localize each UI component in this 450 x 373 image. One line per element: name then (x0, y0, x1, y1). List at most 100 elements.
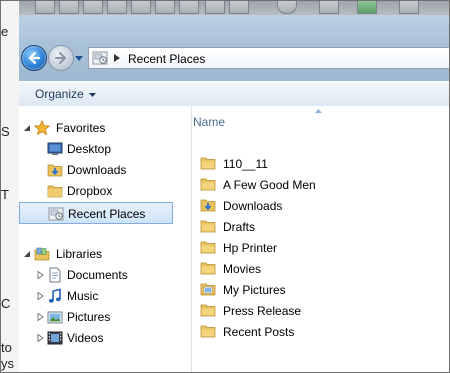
list-item[interactable]: Hp Printer (200, 238, 449, 257)
folder-icon (200, 241, 216, 254)
taskbar-button[interactable] (399, 1, 419, 14)
taskbar-button[interactable] (277, 1, 297, 14)
address-location: Recent Places (128, 52, 206, 66)
taskbar-button[interactable] (319, 1, 339, 14)
taskbar-button[interactable] (131, 1, 151, 14)
recent-places-icon (92, 51, 108, 65)
pictures-icon (47, 311, 63, 324)
arrow-right-icon (55, 52, 66, 64)
nav-item-downloads[interactable]: Downloads (19, 160, 191, 180)
list-item[interactable]: 110__11 (200, 154, 449, 173)
back-button[interactable] (21, 45, 47, 71)
libraries-icon (34, 247, 50, 261)
nav-item-dropbox[interactable]: Dropbox (19, 181, 191, 201)
list-item-label: Drafts (223, 220, 256, 234)
taskbar-button[interactable] (155, 1, 175, 14)
nav-item-label: Dropbox (67, 184, 113, 198)
music-icon (48, 288, 61, 303)
list-item-label: Movies (223, 262, 262, 276)
nav-item-label: Pictures (67, 310, 111, 324)
list-item-label: My Pictures (223, 283, 286, 297)
background-text: S (1, 124, 10, 139)
list-item[interactable]: Press Release (200, 301, 449, 320)
forward-button[interactable] (48, 45, 74, 71)
arrow-left-icon (28, 51, 41, 65)
list-item[interactable]: Downloads (200, 196, 449, 215)
screenshot-frame: e S T C to ys Recent Places Organize Fav… (0, 0, 450, 373)
address-bar[interactable]: Recent Places (88, 47, 449, 69)
chevron-down-icon (88, 93, 96, 97)
downloads-folder-icon (47, 164, 63, 177)
window-chrome: Recent Places (19, 15, 449, 81)
list-item-label: Press Release (223, 304, 302, 318)
nav-item-label: Music (67, 289, 99, 303)
background-text: C (1, 296, 11, 311)
background-text: ys (1, 356, 14, 371)
column-header[interactable]: Name (192, 106, 449, 129)
nav-item-label: Documents (67, 268, 128, 282)
sort-ascending-icon (315, 109, 322, 113)
collapsed-caret-icon[interactable] (37, 292, 44, 300)
column-header-name: Name (193, 115, 226, 129)
taskbar-button[interactable] (83, 1, 103, 14)
list-item[interactable]: My Pictures (200, 280, 449, 299)
documents-icon (49, 267, 61, 283)
nav-libraries-label: Libraries (56, 247, 103, 261)
explorer-window: Recent Places Organize Favorites Desktop… (19, 15, 449, 372)
star-icon (34, 120, 50, 136)
list-item-label: A Few Good Men (223, 178, 316, 192)
background-text: e (1, 24, 9, 39)
list-item-label: Downloads (223, 199, 283, 213)
collapsed-caret-icon[interactable] (37, 271, 44, 279)
folder-icon (200, 220, 216, 233)
nav-item-videos[interactable]: Videos (19, 328, 191, 348)
videos-icon (47, 331, 63, 345)
recent-pages-dropdown-icon[interactable] (75, 54, 83, 62)
taskbar-button[interactable] (35, 1, 55, 14)
nav-item-pictures[interactable]: Pictures (19, 307, 191, 327)
folder-icon (200, 325, 216, 338)
taskbar-button[interactable] (357, 1, 377, 14)
nav-item-music[interactable]: Music (19, 286, 191, 306)
expanded-caret-icon[interactable] (24, 250, 31, 258)
downloads-folder-icon (200, 199, 216, 212)
nav-item-desktop[interactable]: Desktop (19, 139, 191, 159)
organize-label: Organize (35, 87, 84, 101)
taskbar-button[interactable] (107, 1, 127, 14)
list-item-label: 110__11 (223, 157, 268, 171)
list-item[interactable]: Recent Posts (200, 322, 449, 341)
list-item[interactable]: Movies (200, 259, 449, 278)
file-list: Name 110__11 A Few Good Men Downloads Dr… (192, 106, 449, 372)
taskbar-button[interactable] (205, 1, 225, 14)
folder-icon (200, 304, 216, 317)
list-item[interactable]: Drafts (200, 217, 449, 236)
pictures-folder-icon (200, 283, 216, 296)
nav-item-label: Recent Places (68, 207, 146, 221)
nav-item-label: Downloads (67, 163, 127, 177)
folder-icon (200, 262, 216, 275)
nav-item-documents[interactable]: Documents (19, 265, 191, 285)
nav-favorites-label: Favorites (56, 121, 106, 135)
recent-places-icon (48, 207, 64, 221)
taskbar-button[interactable] (179, 1, 199, 14)
list-item-label: Recent Posts (223, 325, 295, 339)
background-text: to (1, 340, 12, 355)
taskbar-strip (19, 1, 449, 16)
collapsed-caret-icon[interactable] (37, 313, 44, 321)
nav-item-label: Videos (67, 331, 104, 345)
taskbar-button[interactable] (229, 1, 249, 14)
dropbox-folder-icon (47, 185, 63, 198)
desktop-icon (47, 142, 63, 155)
nav-item-recent-places[interactable]: Recent Places (19, 202, 173, 224)
background-window: e S T C to ys (1, 1, 19, 372)
nav-item-label: Desktop (67, 142, 112, 156)
taskbar-button[interactable] (59, 1, 79, 14)
chevron-right-icon[interactable] (114, 54, 120, 62)
organize-menu-button[interactable]: Organize (35, 87, 96, 101)
list-item[interactable]: A Few Good Men (200, 175, 449, 194)
expanded-caret-icon[interactable] (24, 124, 31, 132)
nav-group-favorites[interactable]: Favorites (19, 118, 191, 138)
nav-group-libraries[interactable]: Libraries (19, 244, 191, 264)
folder-icon (200, 178, 216, 191)
collapsed-caret-icon[interactable] (37, 334, 44, 342)
